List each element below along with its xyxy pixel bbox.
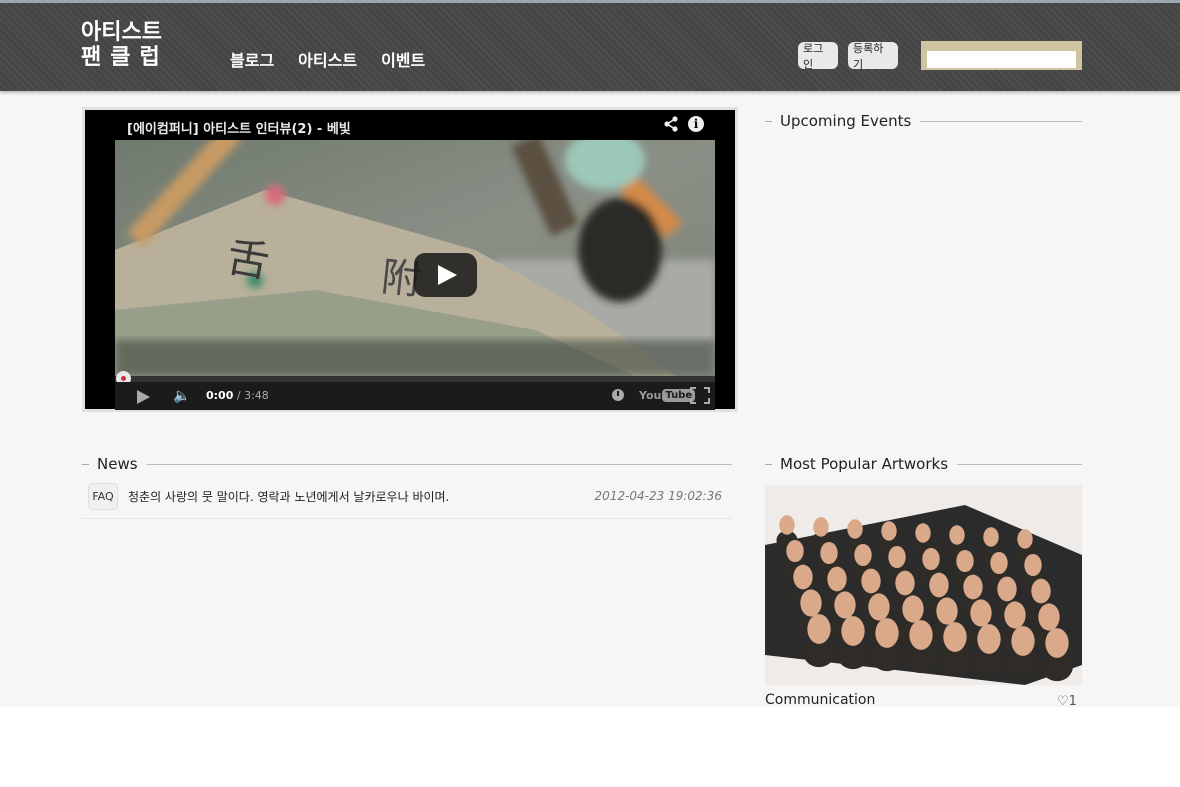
watch-later-icon[interactable] xyxy=(612,389,624,401)
list-item[interactable]: FAQ 청춘의 사랑의 뭇 말이다. 영락과 노년에게서 날카로우나 바이며. … xyxy=(82,480,732,519)
video-player: [에이컴퍼니] 아티스트 인터뷰(2) - 베빛 i 舌 附 🔈 0:00 / … xyxy=(82,107,738,412)
site-logo[interactable]: 아티스트 팬클럽 xyxy=(81,20,173,70)
volume-icon[interactable]: 🔈 xyxy=(173,388,190,404)
news-item-title[interactable]: 청춘의 사랑의 뭇 말이다. 영락과 노년에게서 날카로우나 바이며. xyxy=(128,488,449,505)
fullscreen-icon[interactable] xyxy=(690,387,710,404)
video-thumbnail[interactable]: 舌 附 xyxy=(115,140,715,376)
share-icon[interactable] xyxy=(663,116,679,132)
logo-line-1: 아티스트 xyxy=(81,20,162,45)
artwork-likes[interactable]: ♡1 xyxy=(1057,694,1077,707)
search-input[interactable] xyxy=(927,50,1076,68)
total-time: / 3:48 xyxy=(233,389,269,402)
news-tag-badge: FAQ xyxy=(88,483,118,510)
main-nav: 블로그 아티스트 이벤트 xyxy=(230,47,425,71)
search-box xyxy=(921,41,1082,70)
current-time: 0:00 xyxy=(206,389,234,402)
info-icon[interactable]: i xyxy=(688,116,704,132)
popular-artworks-header: Most Popular Artworks xyxy=(765,454,1082,474)
youtube-logo[interactable]: You Tube xyxy=(639,387,696,404)
play-control-icon[interactable] xyxy=(137,390,150,404)
news-header: News xyxy=(82,454,732,474)
site-header: 아티스트 팬클럽 블로그 아티스트 이벤트 로그인 등록하기 xyxy=(0,0,1180,91)
popular-artworks-title: Most Popular Artworks xyxy=(780,455,949,473)
artwork-image[interactable] xyxy=(765,485,1082,685)
play-button[interactable] xyxy=(414,253,477,297)
time-display: 0:00 / 3:48 xyxy=(206,389,269,402)
artwork-title[interactable]: Communication xyxy=(765,692,875,707)
logo-line-2: 팬클럽 xyxy=(81,45,169,70)
nav-artists[interactable]: 아티스트 xyxy=(298,47,357,71)
page: 아티스트 팬클럽 블로그 아티스트 이벤트 로그인 등록하기 [에이컴퍼니] 아… xyxy=(0,0,1180,707)
video-title[interactable]: [에이컴퍼니] 아티스트 인터뷰(2) - 베빛 xyxy=(127,118,351,137)
login-button[interactable]: 로그인 xyxy=(798,42,838,71)
upcoming-events-title: Upcoming Events xyxy=(780,112,912,130)
youtube-logo-you: You xyxy=(639,389,662,402)
register-button[interactable]: 등록하기 xyxy=(848,42,898,71)
news-title: News xyxy=(97,455,138,473)
nav-blog[interactable]: 블로그 xyxy=(230,47,274,71)
player-controls: 🔈 0:00 / 3:48 You Tube xyxy=(115,382,715,410)
nav-events[interactable]: 이벤트 xyxy=(381,47,425,71)
upcoming-events-header: Upcoming Events xyxy=(765,111,1082,131)
svg-text:舌: 舌 xyxy=(223,232,273,288)
news-item-date: 2012-04-23 19:02:36 xyxy=(594,489,722,503)
